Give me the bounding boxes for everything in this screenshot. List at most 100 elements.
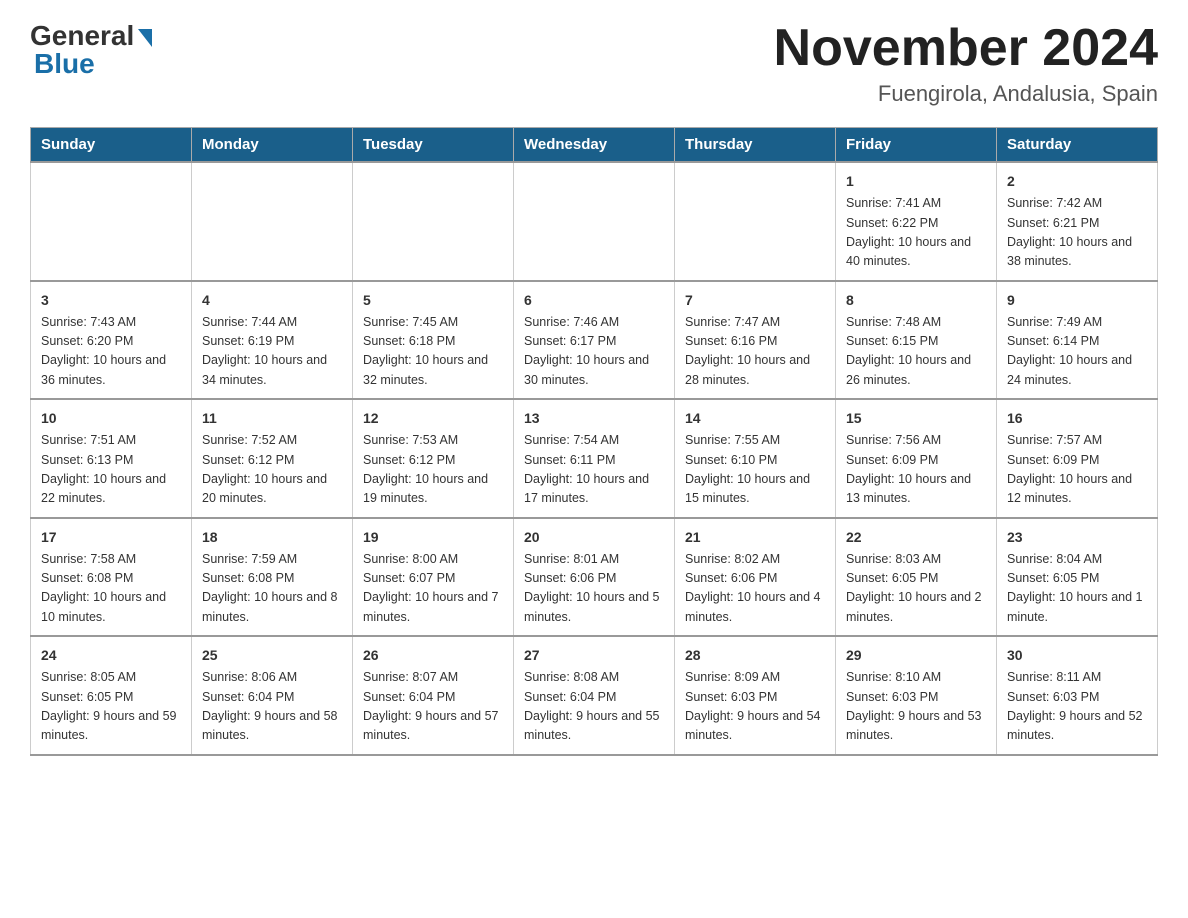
calendar-day-cell: 13Sunrise: 7:54 AM Sunset: 6:11 PM Dayli… bbox=[514, 399, 675, 518]
calendar-day-cell: 3Sunrise: 7:43 AM Sunset: 6:20 PM Daylig… bbox=[31, 281, 192, 400]
calendar-day-cell: 7Sunrise: 7:47 AM Sunset: 6:16 PM Daylig… bbox=[675, 281, 836, 400]
calendar-day-cell: 4Sunrise: 7:44 AM Sunset: 6:19 PM Daylig… bbox=[192, 281, 353, 400]
day-number: 14 bbox=[685, 408, 825, 429]
day-number: 23 bbox=[1007, 527, 1147, 548]
day-info: Sunrise: 7:59 AM Sunset: 6:08 PM Dayligh… bbox=[202, 550, 342, 628]
calendar-week-row: 10Sunrise: 7:51 AM Sunset: 6:13 PM Dayli… bbox=[31, 399, 1158, 518]
day-info: Sunrise: 7:49 AM Sunset: 6:14 PM Dayligh… bbox=[1007, 313, 1147, 391]
day-info: Sunrise: 7:45 AM Sunset: 6:18 PM Dayligh… bbox=[363, 313, 503, 391]
calendar-day-cell: 11Sunrise: 7:52 AM Sunset: 6:12 PM Dayli… bbox=[192, 399, 353, 518]
day-info: Sunrise: 8:03 AM Sunset: 6:05 PM Dayligh… bbox=[846, 550, 986, 628]
calendar-day-cell: 12Sunrise: 7:53 AM Sunset: 6:12 PM Dayli… bbox=[353, 399, 514, 518]
day-number: 19 bbox=[363, 527, 503, 548]
day-info: Sunrise: 7:42 AM Sunset: 6:21 PM Dayligh… bbox=[1007, 194, 1147, 272]
calendar-day-header: Monday bbox=[192, 128, 353, 163]
calendar-day-cell: 1Sunrise: 7:41 AM Sunset: 6:22 PM Daylig… bbox=[836, 162, 997, 281]
calendar-day-cell: 23Sunrise: 8:04 AM Sunset: 6:05 PM Dayli… bbox=[997, 518, 1158, 637]
logo: General Blue bbox=[30, 20, 152, 80]
calendar-day-header: Sunday bbox=[31, 128, 192, 163]
calendar-day-cell bbox=[353, 162, 514, 281]
day-number: 9 bbox=[1007, 290, 1147, 311]
title-block: November 2024 Fuengirola, Andalusia, Spa… bbox=[774, 20, 1158, 107]
calendar-day-cell: 6Sunrise: 7:46 AM Sunset: 6:17 PM Daylig… bbox=[514, 281, 675, 400]
calendar-day-cell: 20Sunrise: 8:01 AM Sunset: 6:06 PM Dayli… bbox=[514, 518, 675, 637]
day-info: Sunrise: 7:52 AM Sunset: 6:12 PM Dayligh… bbox=[202, 431, 342, 509]
calendar-day-cell: 19Sunrise: 8:00 AM Sunset: 6:07 PM Dayli… bbox=[353, 518, 514, 637]
day-info: Sunrise: 7:54 AM Sunset: 6:11 PM Dayligh… bbox=[524, 431, 664, 509]
day-number: 24 bbox=[41, 645, 181, 666]
calendar-day-cell: 5Sunrise: 7:45 AM Sunset: 6:18 PM Daylig… bbox=[353, 281, 514, 400]
day-number: 30 bbox=[1007, 645, 1147, 666]
page-header: General Blue November 2024 Fuengirola, A… bbox=[30, 20, 1158, 107]
day-number: 18 bbox=[202, 527, 342, 548]
day-info: Sunrise: 7:46 AM Sunset: 6:17 PM Dayligh… bbox=[524, 313, 664, 391]
day-number: 2 bbox=[1007, 171, 1147, 192]
calendar-day-cell: 28Sunrise: 8:09 AM Sunset: 6:03 PM Dayli… bbox=[675, 636, 836, 755]
day-info: Sunrise: 8:10 AM Sunset: 6:03 PM Dayligh… bbox=[846, 668, 986, 746]
calendar-day-cell: 24Sunrise: 8:05 AM Sunset: 6:05 PM Dayli… bbox=[31, 636, 192, 755]
calendar-day-cell: 29Sunrise: 8:10 AM Sunset: 6:03 PM Dayli… bbox=[836, 636, 997, 755]
day-number: 7 bbox=[685, 290, 825, 311]
calendar-day-cell: 21Sunrise: 8:02 AM Sunset: 6:06 PM Dayli… bbox=[675, 518, 836, 637]
calendar-day-cell: 2Sunrise: 7:42 AM Sunset: 6:21 PM Daylig… bbox=[997, 162, 1158, 281]
page-subtitle: Fuengirola, Andalusia, Spain bbox=[774, 81, 1158, 107]
calendar-day-cell: 16Sunrise: 7:57 AM Sunset: 6:09 PM Dayli… bbox=[997, 399, 1158, 518]
day-info: Sunrise: 7:55 AM Sunset: 6:10 PM Dayligh… bbox=[685, 431, 825, 509]
day-info: Sunrise: 7:44 AM Sunset: 6:19 PM Dayligh… bbox=[202, 313, 342, 391]
page-title: November 2024 bbox=[774, 20, 1158, 77]
calendar-day-cell: 25Sunrise: 8:06 AM Sunset: 6:04 PM Dayli… bbox=[192, 636, 353, 755]
day-number: 1 bbox=[846, 171, 986, 192]
calendar-day-cell: 15Sunrise: 7:56 AM Sunset: 6:09 PM Dayli… bbox=[836, 399, 997, 518]
day-info: Sunrise: 8:02 AM Sunset: 6:06 PM Dayligh… bbox=[685, 550, 825, 628]
calendar-day-header: Friday bbox=[836, 128, 997, 163]
day-number: 8 bbox=[846, 290, 986, 311]
calendar-day-cell: 27Sunrise: 8:08 AM Sunset: 6:04 PM Dayli… bbox=[514, 636, 675, 755]
calendar-day-cell bbox=[31, 162, 192, 281]
calendar-day-cell: 8Sunrise: 7:48 AM Sunset: 6:15 PM Daylig… bbox=[836, 281, 997, 400]
calendar-week-row: 17Sunrise: 7:58 AM Sunset: 6:08 PM Dayli… bbox=[31, 518, 1158, 637]
calendar-day-header: Thursday bbox=[675, 128, 836, 163]
day-info: Sunrise: 8:05 AM Sunset: 6:05 PM Dayligh… bbox=[41, 668, 181, 746]
day-number: 12 bbox=[363, 408, 503, 429]
day-info: Sunrise: 8:01 AM Sunset: 6:06 PM Dayligh… bbox=[524, 550, 664, 628]
day-info: Sunrise: 7:56 AM Sunset: 6:09 PM Dayligh… bbox=[846, 431, 986, 509]
day-number: 3 bbox=[41, 290, 181, 311]
day-info: Sunrise: 7:48 AM Sunset: 6:15 PM Dayligh… bbox=[846, 313, 986, 391]
day-number: 21 bbox=[685, 527, 825, 548]
day-number: 20 bbox=[524, 527, 664, 548]
calendar-day-cell bbox=[192, 162, 353, 281]
day-number: 25 bbox=[202, 645, 342, 666]
day-info: Sunrise: 8:06 AM Sunset: 6:04 PM Dayligh… bbox=[202, 668, 342, 746]
calendar-day-header: Wednesday bbox=[514, 128, 675, 163]
day-number: 28 bbox=[685, 645, 825, 666]
day-info: Sunrise: 7:58 AM Sunset: 6:08 PM Dayligh… bbox=[41, 550, 181, 628]
calendar-day-cell: 26Sunrise: 8:07 AM Sunset: 6:04 PM Dayli… bbox=[353, 636, 514, 755]
day-info: Sunrise: 7:53 AM Sunset: 6:12 PM Dayligh… bbox=[363, 431, 503, 509]
calendar-day-cell: 18Sunrise: 7:59 AM Sunset: 6:08 PM Dayli… bbox=[192, 518, 353, 637]
day-number: 15 bbox=[846, 408, 986, 429]
calendar-table: SundayMondayTuesdayWednesdayThursdayFrid… bbox=[30, 127, 1158, 756]
day-number: 10 bbox=[41, 408, 181, 429]
calendar-day-cell: 30Sunrise: 8:11 AM Sunset: 6:03 PM Dayli… bbox=[997, 636, 1158, 755]
day-info: Sunrise: 8:09 AM Sunset: 6:03 PM Dayligh… bbox=[685, 668, 825, 746]
day-info: Sunrise: 7:43 AM Sunset: 6:20 PM Dayligh… bbox=[41, 313, 181, 391]
day-info: Sunrise: 7:51 AM Sunset: 6:13 PM Dayligh… bbox=[41, 431, 181, 509]
calendar-day-cell: 17Sunrise: 7:58 AM Sunset: 6:08 PM Dayli… bbox=[31, 518, 192, 637]
day-info: Sunrise: 8:07 AM Sunset: 6:04 PM Dayligh… bbox=[363, 668, 503, 746]
calendar-day-cell: 9Sunrise: 7:49 AM Sunset: 6:14 PM Daylig… bbox=[997, 281, 1158, 400]
day-number: 16 bbox=[1007, 408, 1147, 429]
day-info: Sunrise: 8:08 AM Sunset: 6:04 PM Dayligh… bbox=[524, 668, 664, 746]
day-info: Sunrise: 8:11 AM Sunset: 6:03 PM Dayligh… bbox=[1007, 668, 1147, 746]
day-number: 6 bbox=[524, 290, 664, 311]
logo-blue-text: Blue bbox=[34, 48, 95, 80]
day-info: Sunrise: 8:04 AM Sunset: 6:05 PM Dayligh… bbox=[1007, 550, 1147, 628]
calendar-day-cell bbox=[675, 162, 836, 281]
day-number: 17 bbox=[41, 527, 181, 548]
calendar-day-cell bbox=[514, 162, 675, 281]
calendar-week-row: 1Sunrise: 7:41 AM Sunset: 6:22 PM Daylig… bbox=[31, 162, 1158, 281]
day-info: Sunrise: 8:00 AM Sunset: 6:07 PM Dayligh… bbox=[363, 550, 503, 628]
day-number: 5 bbox=[363, 290, 503, 311]
day-number: 13 bbox=[524, 408, 664, 429]
day-number: 22 bbox=[846, 527, 986, 548]
logo-arrow-icon bbox=[138, 29, 152, 47]
